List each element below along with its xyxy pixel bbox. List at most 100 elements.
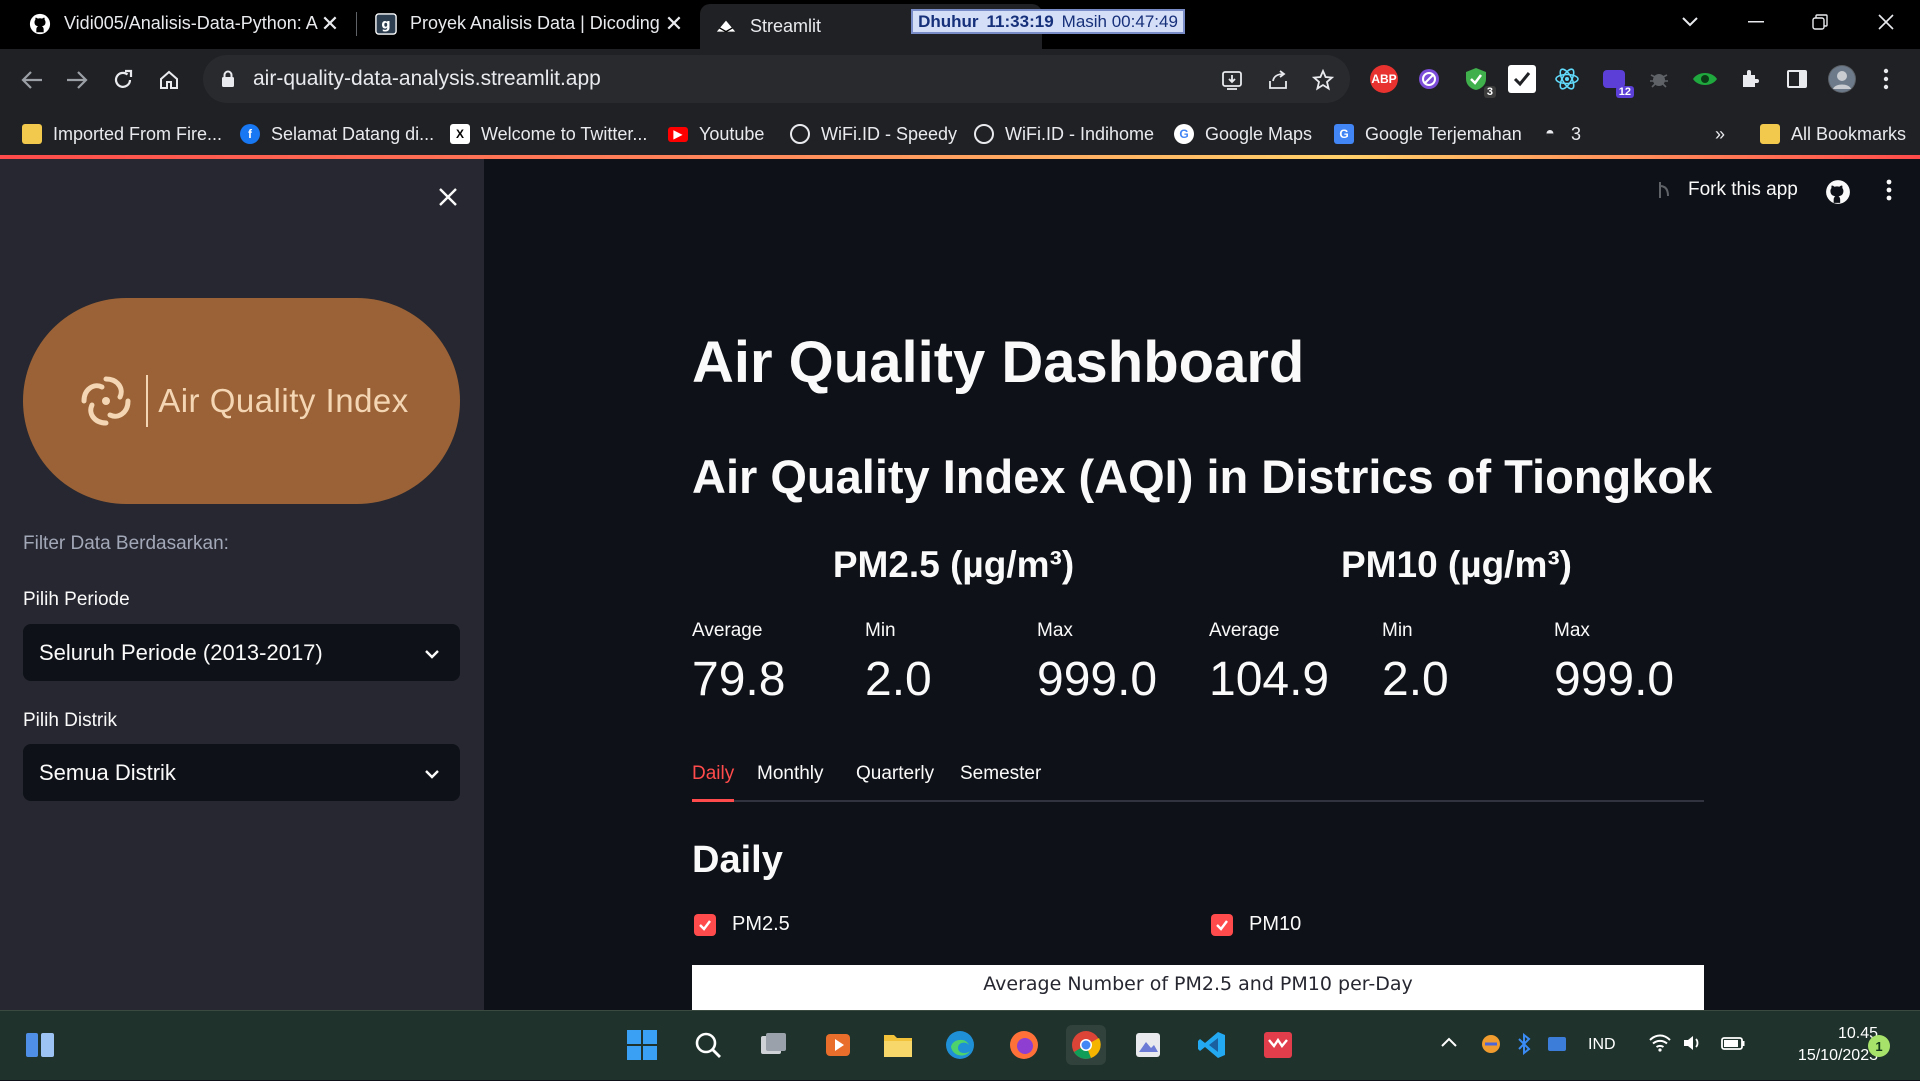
install-app-icon[interactable] xyxy=(1219,67,1245,93)
pm10-min-label: Min xyxy=(1382,620,1413,641)
chrome-icon[interactable] xyxy=(1066,1025,1106,1065)
tab-strip: Vidi005/Analisis-Data-Python: A ✕ g Proy… xyxy=(0,0,1920,49)
tray-app-icon[interactable] xyxy=(1480,1033,1502,1060)
file-explorer-icon[interactable] xyxy=(878,1025,918,1065)
search-icon[interactable] xyxy=(688,1025,728,1065)
close-sidebar-icon[interactable] xyxy=(430,179,466,215)
bookmark-facebook[interactable]: f Selamat Datang di... xyxy=(240,111,434,157)
fork-label: Fork this app xyxy=(1688,179,1798,200)
streamlit-icon xyxy=(714,15,738,39)
pm25-checkbox[interactable]: PM2.5 xyxy=(694,913,790,936)
task-view-icon[interactable] xyxy=(753,1025,793,1065)
pm10-min-value: 2.0 xyxy=(1382,653,1449,706)
reload-icon[interactable] xyxy=(103,60,143,100)
share-icon[interactable] xyxy=(1265,67,1291,93)
translate-icon: G xyxy=(1334,124,1354,144)
extensions-puzzle-icon[interactable] xyxy=(1737,65,1765,93)
chevron-down-icon xyxy=(424,762,440,779)
bookmark-star-icon[interactable] xyxy=(1310,67,1336,93)
language-indicator[interactable]: IND xyxy=(1588,1036,1616,1054)
bookmark-twitter[interactable]: X Welcome to Twitter... xyxy=(450,111,647,157)
youtube-icon: ▶ xyxy=(668,126,688,142)
notification-badge[interactable]: 1 xyxy=(1868,1035,1890,1057)
tab-dicoding[interactable]: g Proyek Analisis Data | Dicoding I ✕ xyxy=(360,0,700,47)
close-icon[interactable]: ✕ xyxy=(318,11,342,37)
start-windows-icon[interactable] xyxy=(622,1025,662,1065)
bookmark-wifi-indihome[interactable]: WiFi.ID - Indihome xyxy=(974,111,1154,157)
folder-icon xyxy=(22,124,42,144)
vscode-icon[interactable] xyxy=(1192,1025,1232,1065)
widgets-icon[interactable] xyxy=(20,1025,60,1065)
react-devtools-icon[interactable] xyxy=(1553,65,1581,93)
extension-icon[interactable]: 12 xyxy=(1600,65,1634,98)
app-menu-icon[interactable] xyxy=(1886,179,1892,206)
tab-daily[interactable]: Daily xyxy=(692,759,735,802)
address-bar[interactable] xyxy=(203,55,1350,103)
section-title: Daily xyxy=(692,839,783,881)
red-app-icon[interactable] xyxy=(1258,1025,1298,1065)
eye-extension-icon[interactable] xyxy=(1691,65,1719,93)
pm10-checkbox-label: PM10 xyxy=(1249,913,1302,935)
extension-badge: 12 xyxy=(1615,86,1634,98)
pm10-checkbox[interactable]: PM10 xyxy=(1211,913,1301,936)
district-select[interactable]: Semua Distrik xyxy=(23,744,460,801)
prayer-time: 11:33:19 xyxy=(986,11,1054,31)
adblock-icon[interactable]: ABP xyxy=(1370,65,1398,93)
period-tabs: Daily Monthly Quarterly Semester xyxy=(692,759,1704,802)
network-drive-icon[interactable] xyxy=(1546,1033,1568,1060)
bookmark-incognito[interactable]: ◓ 3 xyxy=(1540,111,1581,157)
tab-monthly[interactable]: Monthly xyxy=(757,759,824,802)
forward-icon[interactable] xyxy=(57,60,97,100)
bookmark-imported-folder[interactable]: Imported From Fire... xyxy=(22,111,222,157)
profile-avatar[interactable] xyxy=(1828,65,1856,93)
image-editor-icon[interactable] xyxy=(1128,1025,1168,1065)
checkbox-checked-icon xyxy=(694,913,716,936)
bookmark-youtube[interactable]: ▶ Youtube xyxy=(668,111,764,157)
folder-icon xyxy=(1760,124,1780,144)
bug-extension-icon[interactable] xyxy=(1645,65,1673,93)
fork-icon xyxy=(1659,182,1669,198)
wifi-icon[interactable] xyxy=(1648,1033,1672,1058)
url-input[interactable] xyxy=(253,67,1053,91)
check-extension-icon[interactable] xyxy=(1508,65,1536,93)
media-player-icon[interactable] xyxy=(818,1025,858,1065)
more-bookmarks-button[interactable]: » xyxy=(1715,111,1725,157)
side-panel-icon[interactable] xyxy=(1783,65,1811,93)
bluetooth-icon[interactable] xyxy=(1516,1032,1532,1060)
tab-search-chevron-icon[interactable] xyxy=(1660,0,1720,44)
period-select[interactable]: Seluruh Periode (2013-2017) xyxy=(23,624,460,681)
volume-icon[interactable] xyxy=(1682,1033,1704,1058)
browser-toolbar: ABP 3 12 xyxy=(0,49,1920,111)
tab-semester[interactable]: Semester xyxy=(960,759,1041,802)
shield-extension-icon[interactable]: 3 xyxy=(1462,65,1496,98)
clock-time: 10.45 xyxy=(1837,1025,1878,1042)
blocker-icon[interactable] xyxy=(1415,65,1443,93)
home-icon[interactable] xyxy=(149,60,189,100)
lock-icon xyxy=(221,70,235,88)
pm25-average-value: 79.8 xyxy=(692,653,786,706)
svg-text:g: g xyxy=(381,17,390,32)
github-icon[interactable] xyxy=(1825,179,1851,210)
tab-quarterly[interactable]: Quarterly xyxy=(856,759,934,802)
bookmark-google-translate[interactable]: G Google Terjemahan xyxy=(1334,111,1522,157)
back-icon[interactable] xyxy=(12,60,52,100)
google-icon: G xyxy=(1174,124,1194,144)
fork-app-button[interactable]: Fork this app xyxy=(1656,179,1798,201)
taskbar-clock[interactable]: 10.45 15/10/2023 xyxy=(1738,1023,1878,1067)
close-icon[interactable]: ✕ xyxy=(662,11,686,37)
all-bookmarks-folder[interactable]: All Bookmarks xyxy=(1760,111,1906,157)
minimize-icon[interactable] xyxy=(1726,0,1786,44)
browser-chrome: Vidi005/Analisis-Data-Python: A ✕ g Proy… xyxy=(0,0,1920,159)
dicoding-icon: g xyxy=(374,12,398,36)
spy-icon: ◓ xyxy=(1545,125,1555,142)
bookmark-wifi-speedy[interactable]: WiFi.ID - Speedy xyxy=(790,111,957,157)
browser-menu-icon[interactable] xyxy=(1872,65,1900,93)
tab-github[interactable]: Vidi005/Analisis-Data-Python: A ✕ xyxy=(14,0,356,47)
window-close-icon[interactable] xyxy=(1856,0,1916,44)
firefox-icon[interactable] xyxy=(1004,1025,1044,1065)
tray-chevron-up-icon[interactable] xyxy=(1440,1035,1458,1053)
period-select-value: Seluruh Periode (2013-2017) xyxy=(39,639,323,665)
edge-icon[interactable] xyxy=(940,1025,980,1065)
restore-icon[interactable] xyxy=(1790,0,1850,44)
bookmark-google-maps[interactable]: G Google Maps xyxy=(1174,111,1312,157)
